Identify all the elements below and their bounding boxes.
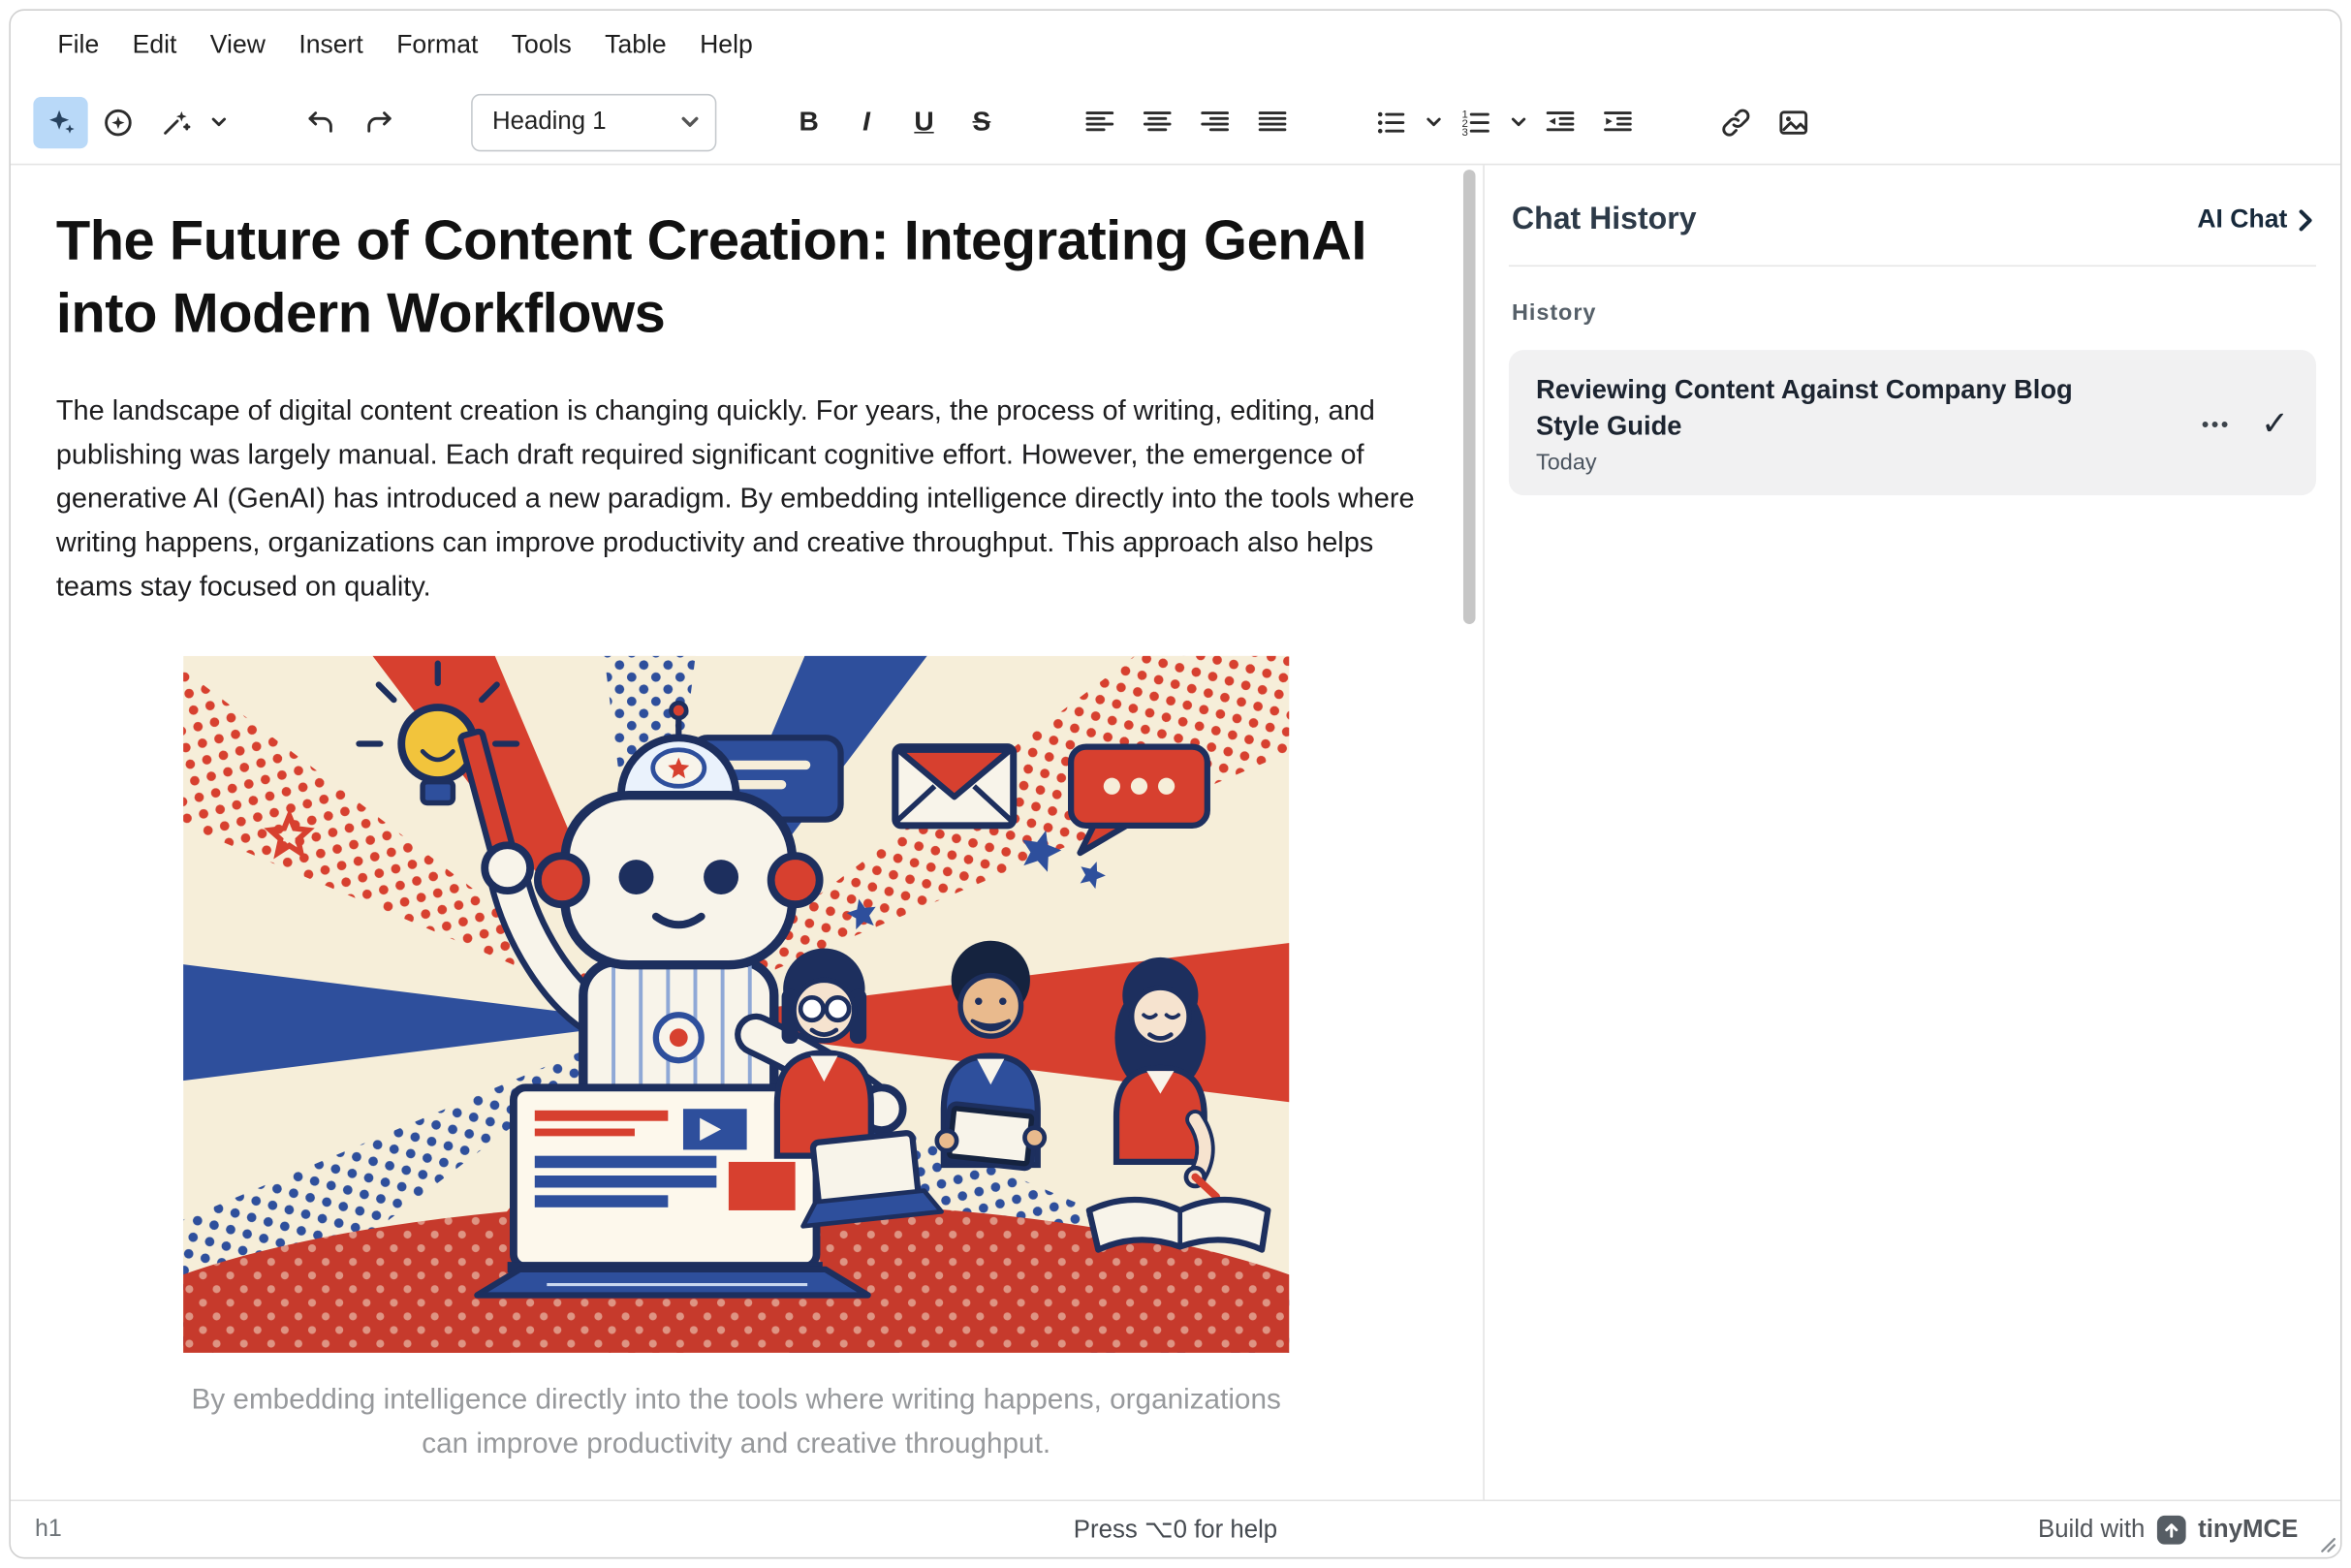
- link-button[interactable]: [1708, 96, 1763, 147]
- bullet-list-menu-chevron[interactable]: [1420, 96, 1447, 147]
- menu-file[interactable]: File: [41, 22, 115, 68]
- undo-icon: [304, 106, 337, 139]
- tinymce-logo-icon: [2157, 1515, 2186, 1544]
- link-icon: [1719, 106, 1752, 139]
- outdent-icon: [1544, 106, 1577, 139]
- align-group: [1071, 96, 1301, 147]
- history-item-title: Reviewing Content Against Company Blog S…: [1536, 373, 2142, 445]
- ai-shortcuts-button[interactable]: [91, 96, 145, 147]
- document-title[interactable]: The Future of Content Creation: Integrat…: [56, 204, 1390, 350]
- screenshot-stage: File Edit View Insert Format Tools Table…: [0, 0, 2351, 1568]
- check-icon: ✓: [2261, 405, 2289, 445]
- editor-scrollbar[interactable]: [1458, 165, 1483, 1499]
- menu-edit[interactable]: Edit: [115, 22, 193, 68]
- align-left-icon: [1083, 106, 1116, 139]
- branding-name: tinyMCE: [2198, 1515, 2298, 1544]
- ai-chat-label: AI Chat: [2197, 204, 2287, 235]
- ai-rewrite-menu-chevron[interactable]: [204, 96, 232, 147]
- menu-format[interactable]: Format: [380, 22, 495, 68]
- ai-assistant-button[interactable]: [33, 96, 87, 147]
- underline-icon: U: [914, 106, 933, 138]
- underline-button[interactable]: U: [896, 96, 951, 147]
- help-shortcut-text: Press ⌥0 for help: [11, 1514, 2340, 1544]
- chevron-down-icon: [680, 112, 700, 132]
- document-paragraph[interactable]: The landscape of digital content creatio…: [56, 390, 1417, 609]
- ai-rewrite-button[interactable]: [148, 96, 203, 147]
- chat-history-header: Chat History AI Chat: [1509, 165, 2316, 237]
- document-image[interactable]: By embedding intelligence directly into …: [183, 657, 1289, 1467]
- format-select[interactable]: Heading 1: [471, 93, 716, 150]
- undo-button[interactable]: [294, 96, 348, 147]
- menu-help[interactable]: Help: [683, 22, 769, 68]
- italic-button[interactable]: I: [839, 96, 893, 147]
- chat-history-panel: Chat History AI Chat History Reviewing C…: [1483, 165, 2340, 1499]
- scrollbar-thumb[interactable]: [1463, 170, 1476, 624]
- chevron-down-icon: [1425, 113, 1441, 130]
- align-center-button[interactable]: [1130, 96, 1184, 147]
- tinymce-editor-window: File Edit View Insert Format Tools Table…: [9, 9, 2341, 1558]
- image-icon: [1777, 106, 1810, 139]
- history-item-actions: ••• ✓: [2202, 405, 2289, 445]
- sidebar-divider: [1509, 266, 2316, 267]
- align-right-button[interactable]: [1188, 96, 1242, 147]
- menu-insert[interactable]: Insert: [282, 22, 380, 68]
- format-group: Heading 1: [468, 93, 719, 150]
- align-right-icon: [1198, 106, 1231, 139]
- redo-icon: [362, 106, 395, 139]
- chevron-down-icon: [209, 113, 226, 130]
- sparkle-circle-icon: [102, 106, 135, 139]
- magic-wand-icon: [159, 106, 192, 139]
- menu-view[interactable]: View: [194, 22, 283, 68]
- insert-group: [1708, 96, 1823, 147]
- chat-history-title: Chat History: [1512, 202, 1697, 238]
- menu-tools[interactable]: Tools: [495, 22, 588, 68]
- bullet-list-button[interactable]: [1364, 96, 1418, 147]
- bold-button[interactable]: B: [782, 96, 836, 147]
- ai-chat-link[interactable]: AI Chat: [2197, 204, 2313, 235]
- numbered-list-icon: 1 2 3: [1458, 106, 1491, 139]
- genai-illustration: [183, 657, 1289, 1354]
- redo-button[interactable]: [352, 96, 406, 147]
- indent-button[interactable]: [1590, 96, 1645, 147]
- main-area: The Future of Content Creation: Integrat…: [11, 165, 2340, 1499]
- sparkle-icon: [44, 106, 77, 139]
- history-item-text: Reviewing Content Against Company Blog S…: [1536, 373, 2142, 477]
- menu-bar: File Edit View Insert Format Tools Table…: [11, 11, 2340, 80]
- svg-text:3: 3: [1461, 126, 1467, 138]
- indent-icon: [1601, 106, 1634, 139]
- status-bar: h1 Press ⌥0 for help Build with tinyMCE: [11, 1500, 2340, 1557]
- history-section-label: History: [1509, 300, 2316, 327]
- editor-content[interactable]: The Future of Content Creation: Integrat…: [11, 165, 1458, 1499]
- strikethrough-icon: S: [973, 106, 991, 138]
- format-select-value: Heading 1: [492, 108, 607, 137]
- list-indent-group: 1 2 3: [1362, 96, 1646, 147]
- branding-prefix: Build with: [2038, 1515, 2145, 1544]
- menu-table[interactable]: Table: [588, 22, 683, 68]
- align-center-icon: [1141, 106, 1174, 139]
- align-left-button[interactable]: [1073, 96, 1127, 147]
- branding-link[interactable]: Build with tinyMCE: [2038, 1515, 2298, 1544]
- history-item[interactable]: Reviewing Content Against Company Blog S…: [1509, 350, 2316, 495]
- image-caption[interactable]: By embedding intelligence directly into …: [183, 1381, 1289, 1467]
- align-justify-icon: [1256, 106, 1289, 139]
- ai-tools-group: [32, 96, 232, 147]
- resize-handle[interactable]: [2318, 1534, 2336, 1552]
- bullet-list-icon: [1374, 106, 1407, 139]
- image-button[interactable]: [1767, 96, 1821, 147]
- bold-icon: B: [799, 106, 819, 138]
- italic-icon: I: [862, 106, 870, 138]
- numbered-list-button[interactable]: 1 2 3: [1448, 96, 1502, 147]
- history-item-date: Today: [1536, 451, 2142, 477]
- chevron-right-icon: [2298, 208, 2313, 231]
- numbered-list-menu-chevron[interactable]: [1504, 96, 1531, 147]
- strikethrough-button[interactable]: S: [955, 96, 1009, 147]
- more-options-icon[interactable]: •••: [2202, 412, 2231, 436]
- outdent-button[interactable]: [1533, 96, 1587, 147]
- align-justify-button[interactable]: [1245, 96, 1300, 147]
- text-style-group: B I U S: [780, 96, 1011, 147]
- undo-redo-group: [293, 96, 408, 147]
- toolbar: Heading 1 B I U S: [11, 80, 2340, 166]
- chevron-down-icon: [1510, 113, 1526, 130]
